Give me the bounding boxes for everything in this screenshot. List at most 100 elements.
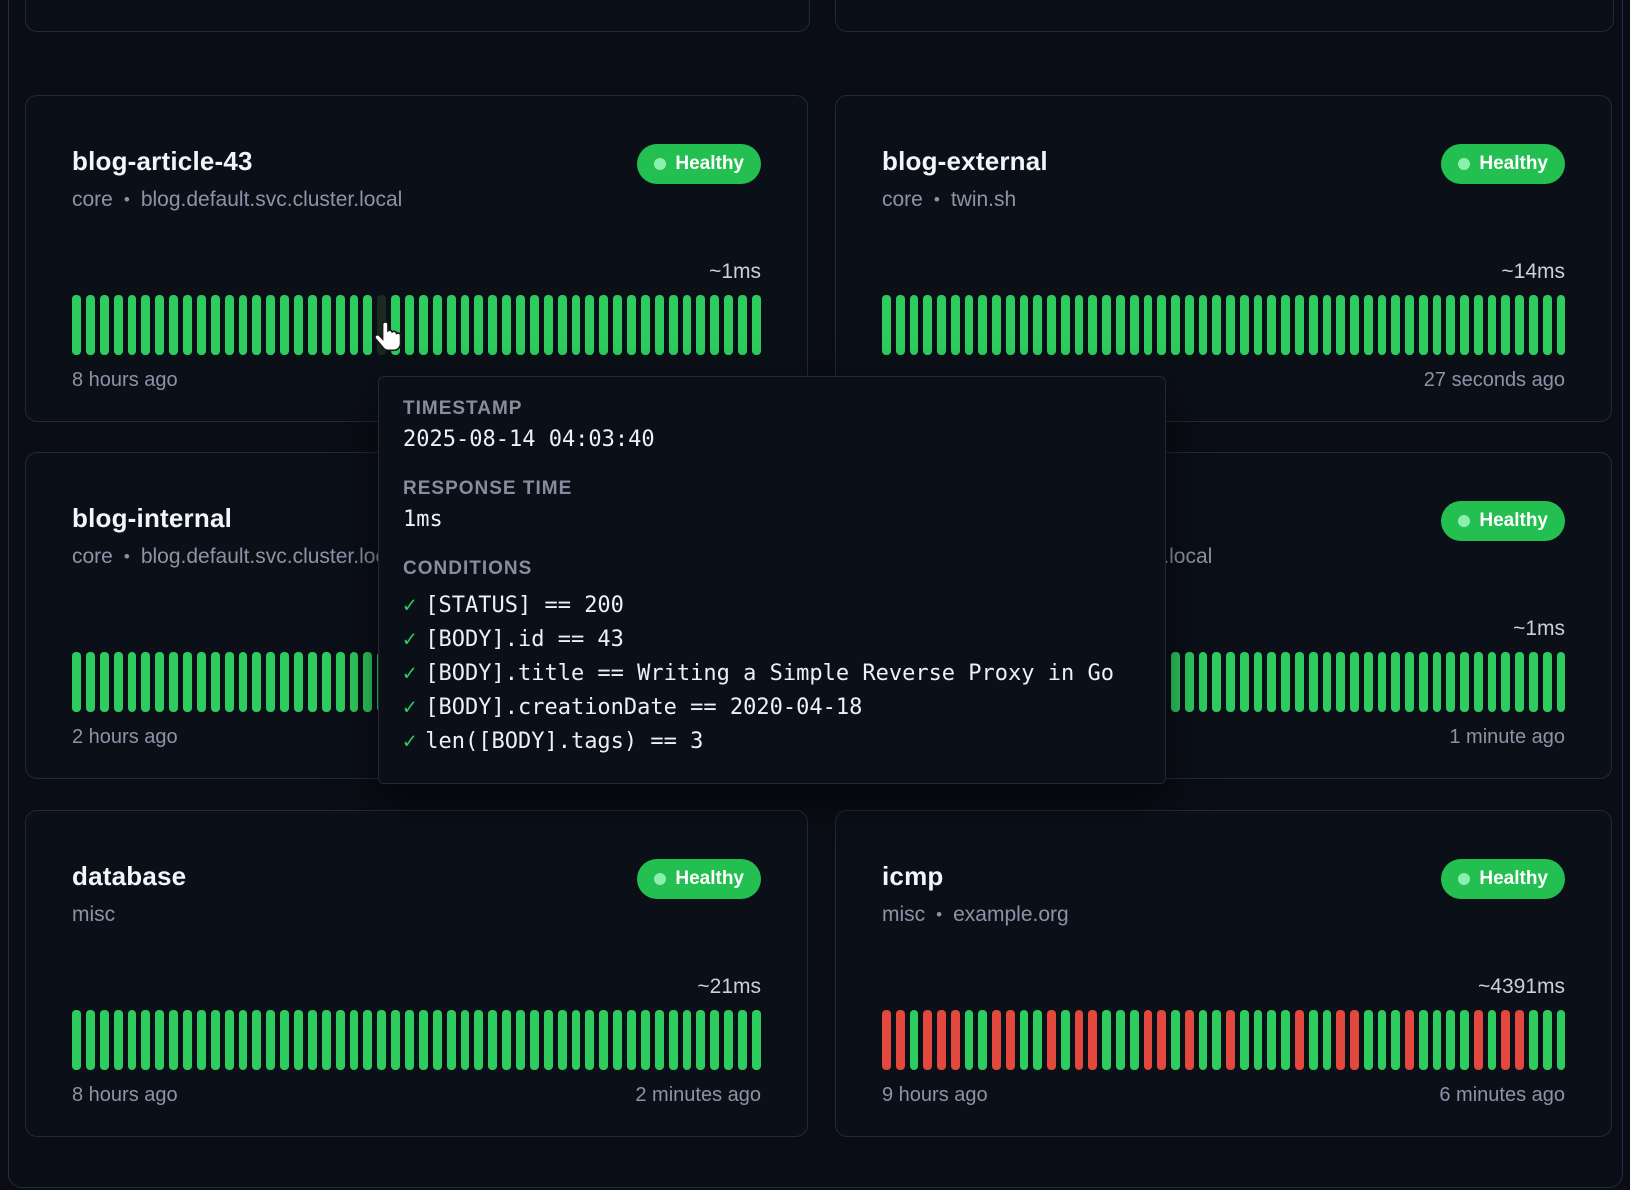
uptime-bar[interactable] bbox=[86, 295, 95, 355]
uptime-bar[interactable] bbox=[1102, 1010, 1111, 1070]
uptime-bar[interactable] bbox=[530, 1010, 539, 1070]
uptime-bar[interactable] bbox=[1185, 295, 1194, 355]
uptime-bar[interactable] bbox=[1006, 295, 1015, 355]
uptime-bar[interactable] bbox=[1254, 295, 1263, 355]
uptime-bar[interactable] bbox=[1020, 295, 1029, 355]
uptime-bar[interactable] bbox=[1336, 652, 1345, 712]
uptime-bar[interactable] bbox=[280, 652, 289, 712]
uptime-bar[interactable] bbox=[530, 295, 539, 355]
uptime-bar[interactable] bbox=[1267, 1010, 1276, 1070]
uptime-bar[interactable] bbox=[419, 295, 428, 355]
uptime-bar[interactable] bbox=[1240, 652, 1249, 712]
uptime-bar[interactable] bbox=[502, 1010, 511, 1070]
uptime-bar[interactable] bbox=[1501, 1010, 1510, 1070]
uptime-bar[interactable] bbox=[1281, 1010, 1290, 1070]
uptime-bar[interactable] bbox=[1157, 1010, 1166, 1070]
uptime-bar[interactable] bbox=[183, 295, 192, 355]
uptime-bar[interactable] bbox=[613, 1010, 622, 1070]
uptime-bar[interactable] bbox=[1185, 652, 1194, 712]
uptime-bar[interactable] bbox=[1474, 652, 1483, 712]
uptime-bar[interactable] bbox=[433, 295, 442, 355]
uptime-bar[interactable] bbox=[1405, 1010, 1414, 1070]
endpoint-card-partial[interactable] bbox=[835, 0, 1614, 32]
uptime-bar[interactable] bbox=[1433, 295, 1442, 355]
uptime-bar[interactable] bbox=[1309, 652, 1318, 712]
uptime-bar[interactable] bbox=[211, 295, 220, 355]
uptime-bar[interactable] bbox=[128, 652, 137, 712]
uptime-bar[interactable] bbox=[923, 1010, 932, 1070]
uptime-bar[interactable] bbox=[1350, 652, 1359, 712]
uptime-bar[interactable] bbox=[1199, 1010, 1208, 1070]
uptime-bar[interactable] bbox=[738, 1010, 747, 1070]
uptime-bar[interactable] bbox=[1144, 1010, 1153, 1070]
uptime-bar[interactable] bbox=[544, 1010, 553, 1070]
uptime-bar[interactable] bbox=[992, 295, 1001, 355]
uptime-bar[interactable] bbox=[1240, 1010, 1249, 1070]
uptime-bar[interactable] bbox=[1543, 1010, 1552, 1070]
uptime-bar[interactable] bbox=[738, 295, 747, 355]
uptime-bar[interactable] bbox=[1144, 295, 1153, 355]
uptime-bar[interactable] bbox=[336, 652, 345, 712]
uptime-bar[interactable] bbox=[613, 295, 622, 355]
uptime-bar[interactable] bbox=[1488, 295, 1497, 355]
uptime-bar[interactable] bbox=[155, 295, 164, 355]
uptime-bar[interactable] bbox=[294, 295, 303, 355]
uptime-bar[interactable] bbox=[280, 295, 289, 355]
uptime-bar[interactable] bbox=[155, 1010, 164, 1070]
uptime-bar[interactable] bbox=[965, 1010, 974, 1070]
uptime-bar[interactable] bbox=[363, 652, 372, 712]
uptime-bar[interactable] bbox=[211, 1010, 220, 1070]
uptime-bar[interactable] bbox=[1336, 295, 1345, 355]
uptime-bar[interactable] bbox=[1226, 295, 1235, 355]
uptime-bar[interactable] bbox=[978, 295, 987, 355]
uptime-bar[interactable] bbox=[516, 295, 525, 355]
uptime-bar[interactable] bbox=[100, 295, 109, 355]
uptime-bar[interactable] bbox=[1488, 1010, 1497, 1070]
endpoint-card-icmp[interactable]: icmp misc • example.org Healthy ~4391ms … bbox=[835, 810, 1612, 1137]
uptime-bar[interactable] bbox=[696, 1010, 705, 1070]
uptime-bar[interactable] bbox=[1433, 652, 1442, 712]
uptime-bar[interactable] bbox=[266, 652, 275, 712]
uptime-bar[interactable] bbox=[294, 652, 303, 712]
uptime-bar[interactable] bbox=[696, 295, 705, 355]
uptime-bar[interactable] bbox=[1336, 1010, 1345, 1070]
uptime-bar[interactable] bbox=[1350, 295, 1359, 355]
uptime-bar[interactable] bbox=[1171, 1010, 1180, 1070]
uptime-bar[interactable] bbox=[1501, 295, 1510, 355]
uptime-bar[interactable] bbox=[655, 1010, 664, 1070]
uptime-bar[interactable] bbox=[599, 295, 608, 355]
uptime-bar[interactable] bbox=[1254, 1010, 1263, 1070]
uptime-bar[interactable] bbox=[461, 1010, 470, 1070]
uptime-bar[interactable] bbox=[1364, 295, 1373, 355]
uptime-bar[interactable] bbox=[322, 295, 331, 355]
uptime-bar[interactable] bbox=[572, 1010, 581, 1070]
uptime-bar[interactable] bbox=[488, 1010, 497, 1070]
uptime-bar[interactable] bbox=[1199, 652, 1208, 712]
uptime-bar[interactable] bbox=[128, 295, 137, 355]
uptime-bar[interactable] bbox=[1391, 295, 1400, 355]
uptime-bar[interactable] bbox=[1157, 295, 1166, 355]
uptime-bar[interactable] bbox=[572, 295, 581, 355]
uptime-bar[interactable] bbox=[1281, 652, 1290, 712]
uptime-bar[interactable] bbox=[1364, 1010, 1373, 1070]
uptime-bar[interactable] bbox=[1543, 295, 1552, 355]
uptime-bar[interactable] bbox=[1323, 652, 1332, 712]
uptime-bar[interactable] bbox=[1281, 295, 1290, 355]
uptime-bar[interactable] bbox=[1075, 1010, 1084, 1070]
uptime-bar[interactable] bbox=[474, 1010, 483, 1070]
uptime-bar[interactable] bbox=[1212, 652, 1221, 712]
uptime-bar[interactable] bbox=[183, 652, 192, 712]
uptime-bar[interactable] bbox=[239, 1010, 248, 1070]
uptime-bar[interactable] bbox=[86, 652, 95, 712]
uptime-bar[interactable] bbox=[516, 1010, 525, 1070]
uptime-bar[interactable] bbox=[391, 1010, 400, 1070]
uptime-bar[interactable] bbox=[1515, 652, 1524, 712]
uptime-bar[interactable] bbox=[252, 1010, 261, 1070]
uptime-bar[interactable] bbox=[1378, 1010, 1387, 1070]
uptime-bar[interactable] bbox=[197, 652, 206, 712]
uptime-bar[interactable] bbox=[1529, 652, 1538, 712]
uptime-bar[interactable] bbox=[585, 1010, 594, 1070]
uptime-bar[interactable] bbox=[114, 295, 123, 355]
uptime-bar[interactable] bbox=[896, 295, 905, 355]
uptime-bar[interactable] bbox=[405, 295, 414, 355]
